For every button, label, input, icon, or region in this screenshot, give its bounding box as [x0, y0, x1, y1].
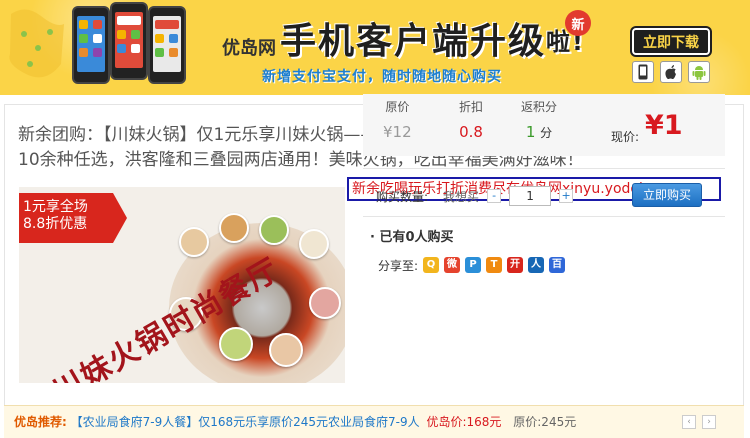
divider: [363, 168, 725, 169]
discount: 折扣 0.8: [459, 98, 483, 141]
download-now-button[interactable]: 立即下载: [632, 28, 710, 55]
phone-screenshot: [72, 6, 110, 84]
dish: [179, 227, 209, 257]
tencent-weibo-icon[interactable]: T: [486, 257, 503, 273]
points-value: 1: [525, 123, 536, 141]
recommend-price: 优岛价:168元: [426, 415, 502, 429]
discount-label: 折扣: [459, 100, 484, 114]
share-label: 分享至:: [378, 258, 419, 273]
baidu-icon[interactable]: 百: [549, 257, 566, 273]
phone-screenshot: [148, 6, 186, 84]
promo-tag: 1元享全场 8.8折优惠: [19, 193, 127, 243]
quantity-decrease-button[interactable]: -: [487, 189, 502, 203]
banner-headline: 优岛网 手机客户端升级 啦!: [222, 20, 585, 64]
banner-headline-text: 手机客户端升级: [280, 21, 547, 62]
dish: [299, 229, 329, 259]
divider: [363, 216, 725, 217]
new-badge: 新: [565, 10, 591, 36]
price-box: 原价 ¥12 折扣 0.8 返积分 1 分 现价: ¥1: [363, 94, 725, 156]
recommend-bar: 优岛推荐: 【农业局食府7-9人餐】仅168元乐享原价245元农业局食府7-9人…: [4, 405, 744, 438]
dish: [309, 287, 341, 319]
quantity-label: 购买数量:: [376, 189, 429, 204]
phone-icon[interactable]: [632, 61, 654, 83]
recommend-next-button[interactable]: ›: [702, 415, 716, 429]
current-price: ¥1: [645, 110, 683, 141]
points: 返积分 1 分: [521, 98, 557, 141]
promo-tag-line2: 8.8折优惠: [23, 216, 88, 232]
dish: [219, 327, 253, 361]
product-image[interactable]: 1元享全场 8.8折优惠 川妹火锅时尚餐厅: [19, 187, 345, 383]
promo-tag-line1: 1元享全场: [23, 199, 88, 215]
buy-now-button[interactable]: 立即购买: [632, 183, 702, 207]
discount-value: 0.8: [459, 123, 483, 141]
platform-icons: [632, 60, 710, 84]
qzone-icon[interactable]: Q: [423, 257, 440, 273]
map-decoration: [9, 9, 64, 78]
recommend-original-price: 原价:245元: [513, 415, 577, 429]
current-price-label: 现价:: [611, 130, 640, 144]
phone-screenshot: [110, 2, 148, 80]
quantity-row: 购买数量: 我想买 - +: [376, 185, 577, 207]
sold-count: · 已有0人购买: [370, 230, 454, 245]
banner-brand: 优岛网: [222, 38, 276, 59]
renren-icon[interactable]: 人: [528, 257, 545, 273]
kaixin-icon[interactable]: 开: [507, 257, 524, 273]
want-label: 我想买: [443, 189, 480, 204]
original-price-value: ¥12: [383, 123, 412, 141]
original-price-label: 原价: [385, 100, 410, 114]
dish: [269, 333, 303, 367]
points-unit: 分: [540, 126, 553, 140]
dish: [219, 213, 249, 243]
app-download-banner[interactable]: 优岛网 手机客户端升级 啦! 新 新增支付宝支付，随时随地随心购买 立即下载: [0, 0, 750, 95]
weibo-icon[interactable]: 微: [444, 257, 461, 273]
recommend-label: 优岛推荐:: [14, 415, 67, 429]
apple-icon[interactable]: [660, 61, 682, 83]
points-value-row: 1 分: [521, 123, 557, 141]
dish: [259, 215, 289, 245]
quantity-input[interactable]: [509, 186, 552, 206]
quantity-increase-button[interactable]: +: [559, 189, 574, 203]
original-price: 原价 ¥12: [383, 98, 412, 141]
share-row: 分享至: Q微PT开人百: [378, 256, 566, 274]
recommend-prev-button[interactable]: ‹: [682, 415, 696, 429]
points-label: 返积分: [521, 100, 558, 114]
share-icons: Q微PT开人百: [418, 257, 566, 273]
pengyou-icon[interactable]: P: [465, 257, 482, 273]
android-icon[interactable]: [688, 61, 710, 83]
banner-subtitle: 新增支付宝支付，随时随地随心购买: [262, 69, 502, 85]
recommend-link[interactable]: 【农业局食府7-9人餐】仅168元乐享原价245元农业局食府7-9人: [71, 415, 420, 429]
